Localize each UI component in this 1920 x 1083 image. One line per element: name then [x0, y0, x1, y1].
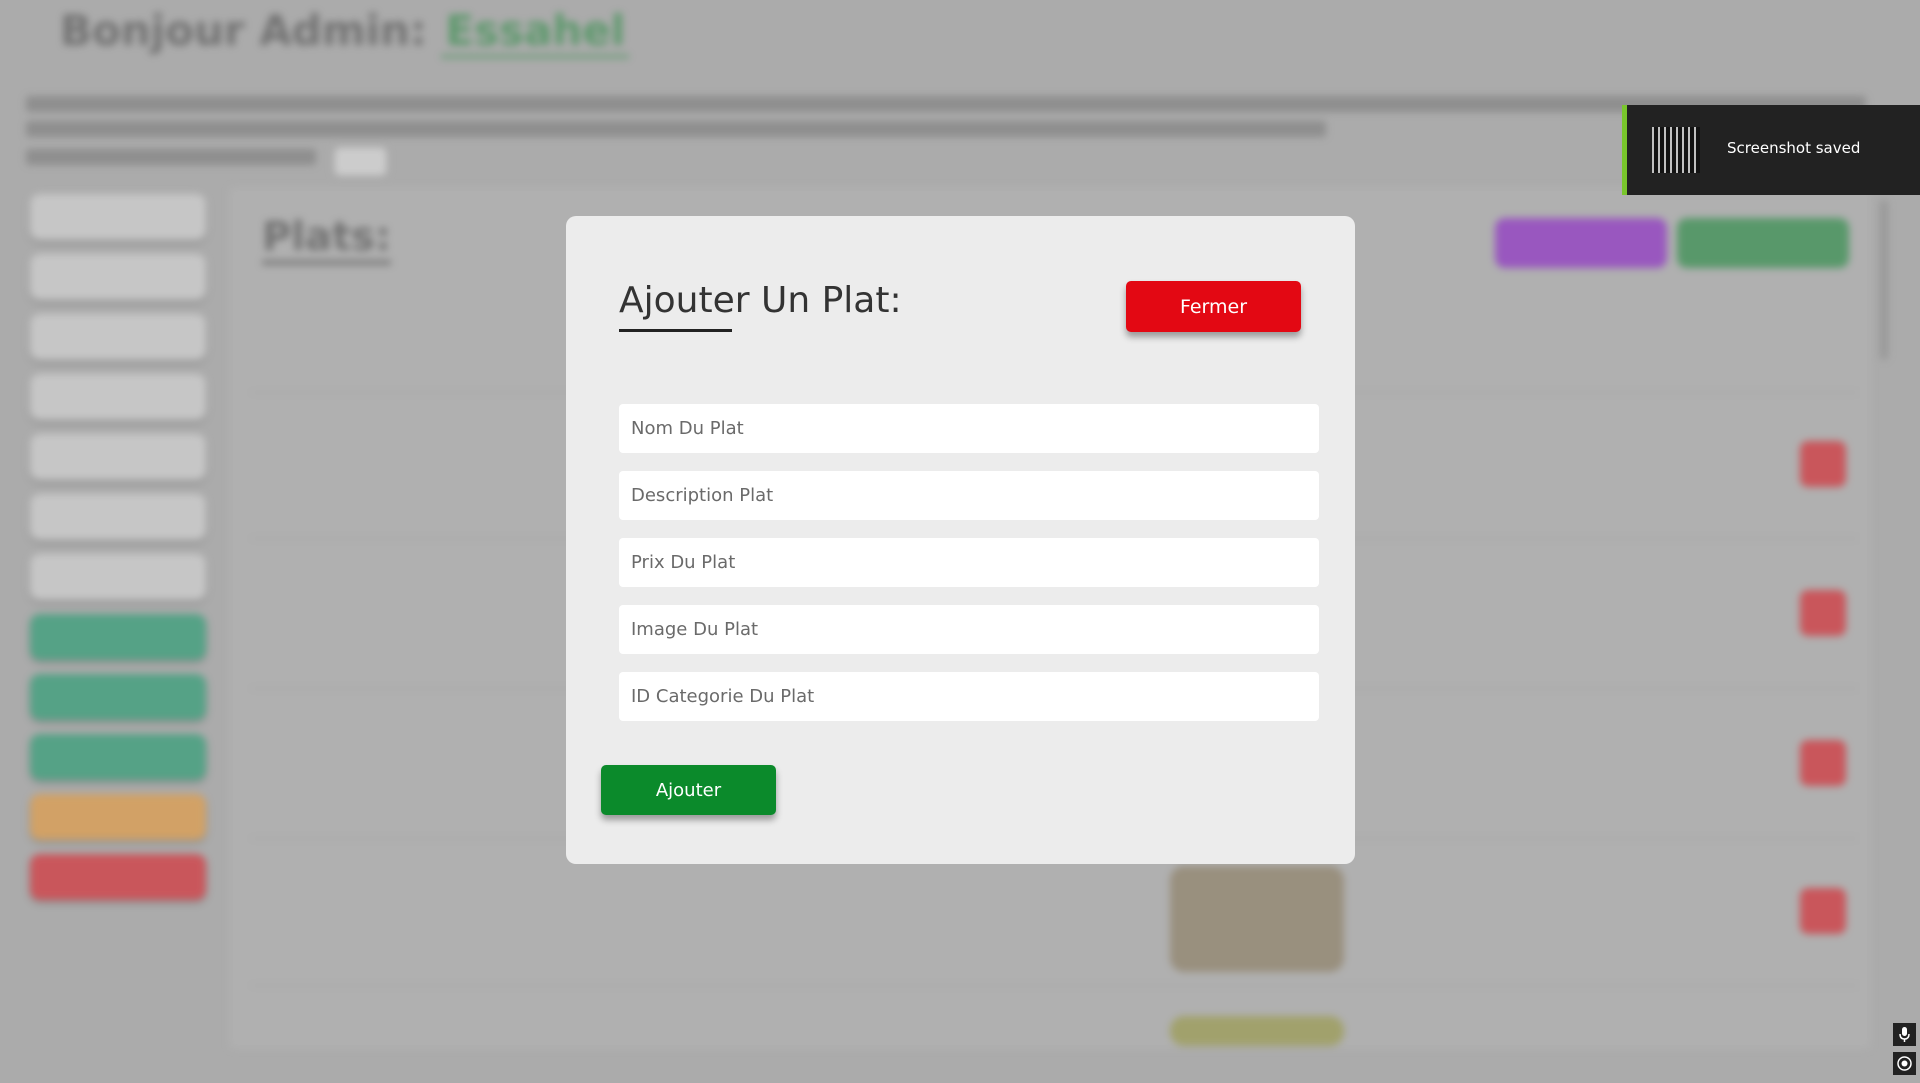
screenshot-thumbnail-icon	[1652, 127, 1700, 173]
sidebar-button	[30, 794, 206, 840]
sidebar-button	[30, 254, 206, 300]
microphone-icon[interactable]	[1893, 1023, 1916, 1046]
sidebar-button	[30, 854, 206, 900]
toast-message: Screenshot saved	[1727, 139, 1861, 157]
dish-image	[1170, 1016, 1344, 1046]
sidebar-button	[30, 614, 206, 660]
greeting: Bonjour Admin: Essahel	[60, 6, 630, 58]
sidebar	[30, 194, 206, 914]
sidebar-button	[30, 494, 206, 540]
sidebar-button	[30, 734, 206, 780]
sidebar-button	[30, 374, 206, 420]
sidebar-button	[30, 434, 206, 480]
sidebar-button	[30, 554, 206, 600]
add-dish-modal: Ajouter Un Plat: Fermer Ajouter	[566, 216, 1355, 864]
record-icon-glyph	[1897, 1056, 1912, 1071]
microphone-icon-glyph	[1899, 1027, 1910, 1042]
screenshot-toast[interactable]: Screenshot saved	[1622, 105, 1920, 195]
admin-name: Essahel	[441, 6, 630, 58]
sidebar-button	[30, 674, 206, 720]
dish-price-input[interactable]	[619, 538, 1319, 587]
delete-button	[1800, 590, 1846, 636]
purple-action-button	[1495, 218, 1667, 268]
delete-button	[1800, 740, 1846, 786]
intro-paragraph	[26, 92, 1886, 177]
sidebar-button	[30, 314, 206, 360]
green-action-button	[1677, 218, 1849, 268]
dish-name-input[interactable]	[619, 404, 1319, 453]
dish-image	[1170, 866, 1344, 972]
dish-category-id-input[interactable]	[619, 672, 1319, 721]
greeting-text: Bonjour Admin:	[60, 6, 427, 55]
delete-button	[1800, 888, 1846, 934]
close-button[interactable]: Fermer	[1126, 281, 1301, 332]
table-divider	[250, 985, 1860, 986]
title-underline	[619, 329, 732, 332]
delete-button	[1800, 441, 1846, 487]
page-title: Plats:	[262, 214, 391, 265]
scrollbar	[1880, 200, 1888, 360]
dish-description-input[interactable]	[619, 471, 1319, 520]
refresh-button	[333, 146, 388, 177]
dish-image-input[interactable]	[619, 605, 1319, 654]
modal-title: Ajouter Un Plat:	[619, 280, 902, 321]
record-icon[interactable]	[1893, 1052, 1916, 1075]
add-button[interactable]: Ajouter	[601, 765, 776, 815]
sidebar-button	[30, 194, 206, 240]
